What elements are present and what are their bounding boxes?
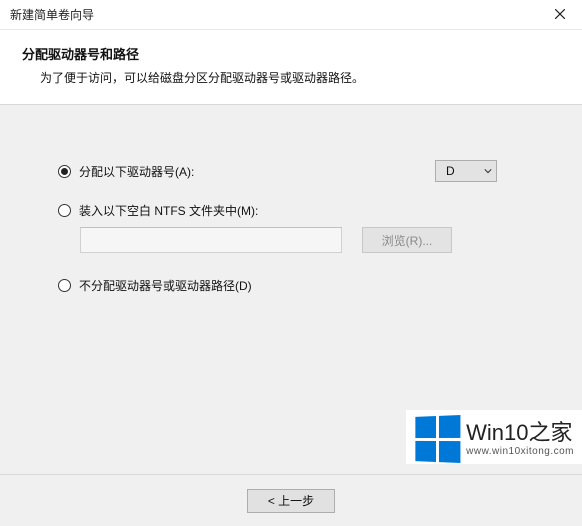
radio-assign-letter-label: 分配以下驱动器号(A): (79, 163, 435, 180)
back-button[interactable]: < 上一步 (247, 489, 335, 513)
titlebar: 新建简单卷向导 (0, 0, 582, 30)
radio-mount-folder-label: 装入以下空白 NTFS 文件夹中(M): (79, 202, 537, 219)
browse-button: 浏览(R)... (362, 227, 452, 253)
radio-assign-letter[interactable] (58, 165, 71, 178)
close-icon (555, 8, 565, 22)
drive-letter-value: D (446, 164, 455, 178)
drive-letter-dropdown[interactable]: D (435, 160, 497, 182)
mount-path-input (80, 227, 342, 253)
option-assign-letter[interactable]: 分配以下驱动器号(A): D (58, 160, 537, 182)
wizard-header: 分配驱动器号和路径 为了便于访问，可以给磁盘分区分配驱动器号或驱动器路径。 (0, 30, 582, 104)
windows-logo-icon (415, 415, 460, 463)
radio-mount-folder[interactable] (58, 204, 71, 217)
radio-no-assign-label: 不分配驱动器号或驱动器路径(D) (79, 277, 537, 294)
option-mount-folder[interactable]: 装入以下空白 NTFS 文件夹中(M): (58, 202, 537, 219)
chevron-down-icon (484, 164, 492, 178)
radio-no-assign[interactable] (58, 279, 71, 292)
window-title: 新建简单卷向导 (10, 6, 94, 23)
mount-folder-controls: 浏览(R)... (80, 227, 537, 253)
watermark-url: www.win10xitong.com (466, 447, 574, 457)
watermark-title: Win10之家 (466, 422, 574, 444)
watermark: Win10之家 www.win10xitong.com (406, 410, 582, 464)
page-title: 分配驱动器号和路径 (0, 44, 582, 63)
page-subtitle: 为了便于访问，可以给磁盘分区分配驱动器号或驱动器路径。 (0, 63, 582, 86)
wizard-footer: < 上一步 (0, 474, 582, 526)
option-no-assign[interactable]: 不分配驱动器号或驱动器路径(D) (58, 277, 537, 294)
close-button[interactable] (537, 0, 582, 30)
